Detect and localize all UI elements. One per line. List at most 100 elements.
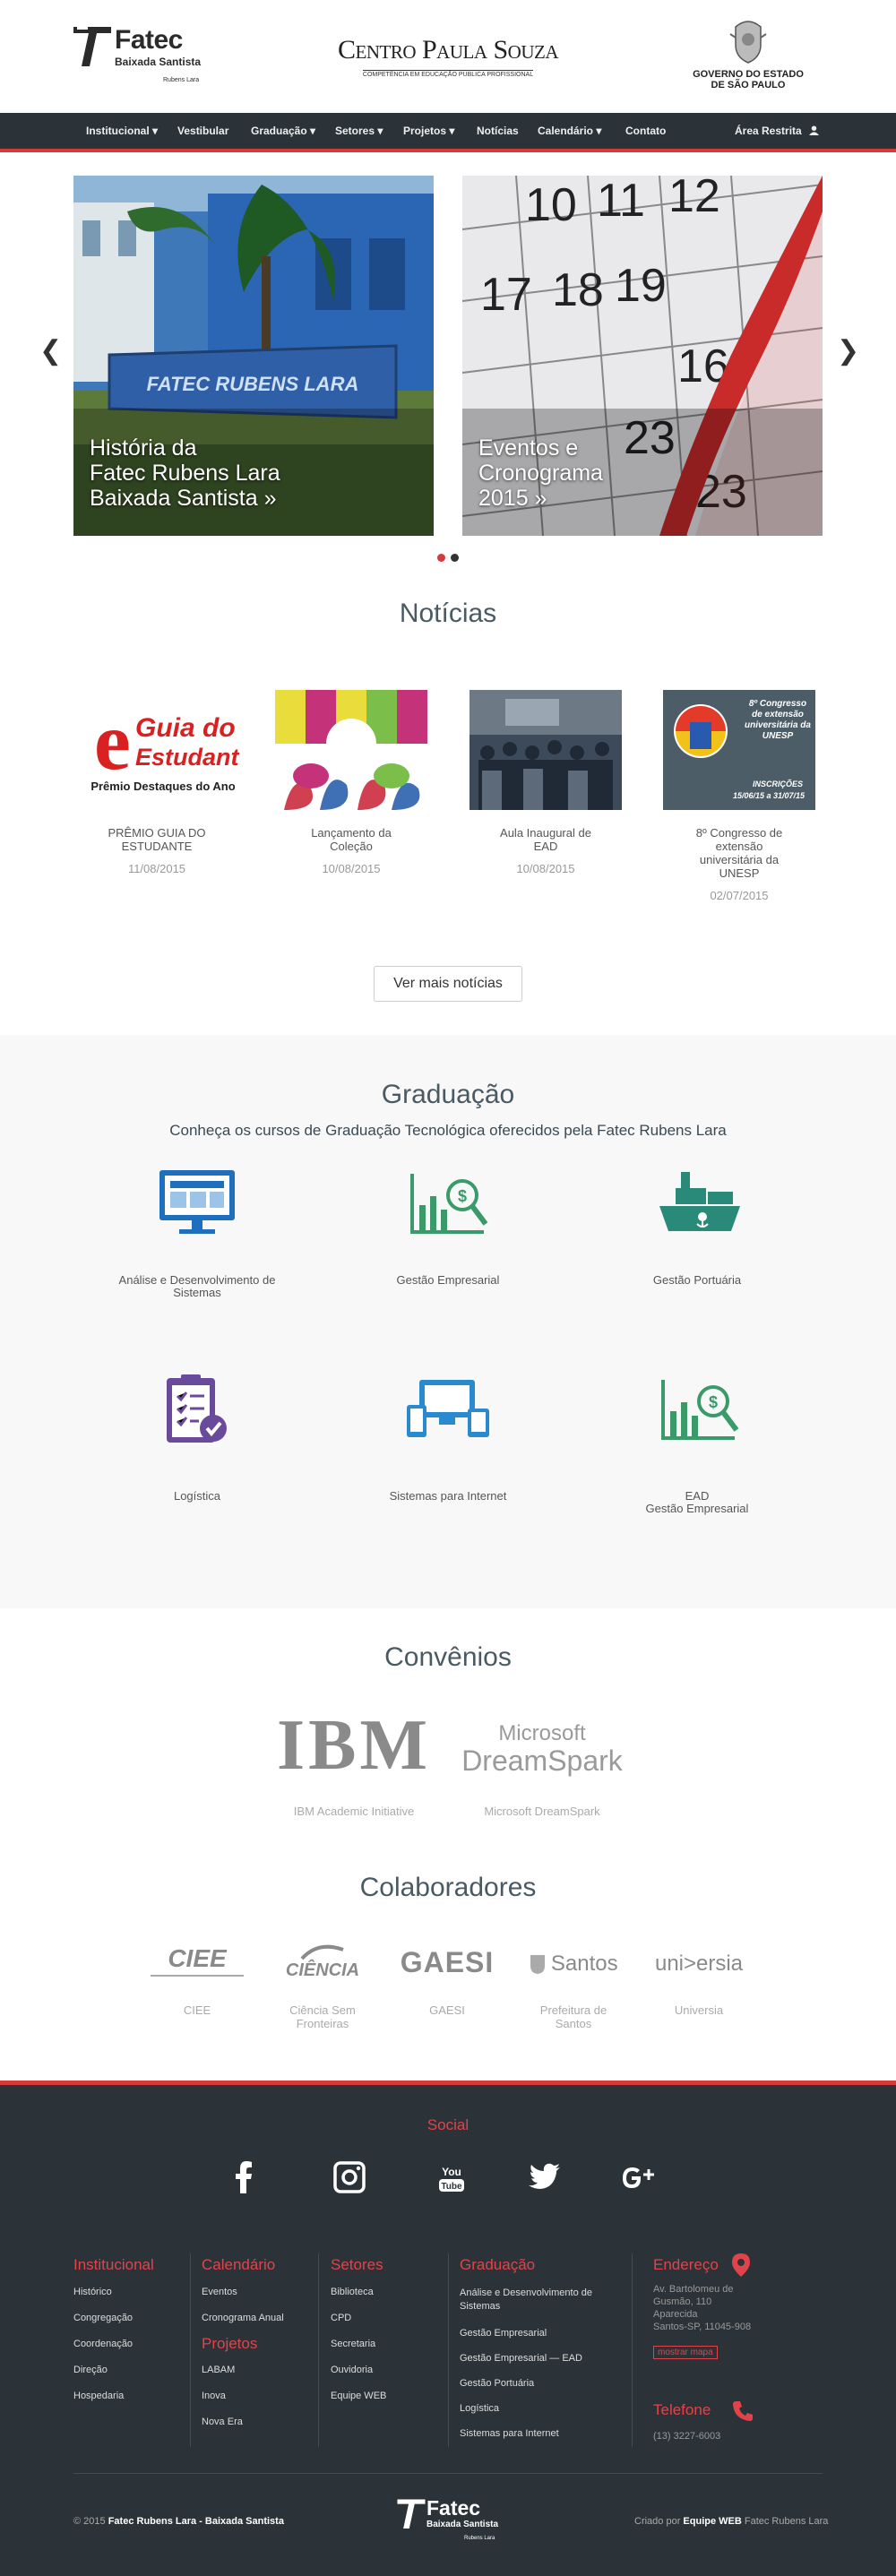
course-sistemas-internet[interactable]: Sistemas para Internet [349, 1490, 547, 1503]
address-line: Santos-SP, 11045-908 [653, 2322, 752, 2332]
footer-link-eventos[interactable]: Eventos [202, 2287, 237, 2297]
carousel-indicator-2[interactable] [451, 554, 459, 562]
footer-link-equipe-web[interactable]: Equipe WEB [331, 2391, 386, 2401]
footer-divider [448, 2253, 449, 2447]
footer-link-ads[interactable]: Análise e Desenvolvimento de Sistemas [460, 2287, 592, 2313]
news-title-colecao[interactable]: Lançamento da Coleção [275, 826, 427, 853]
nav-item-graduacao[interactable]: Graduação ▾ [251, 113, 315, 149]
footer-phone-number[interactable]: (13) 3227-6003 [653, 2431, 720, 2442]
footer-graduacao-title: Graduação [460, 2256, 536, 2273]
nav-item-calendario[interactable]: Calendário ▾ [538, 113, 601, 149]
graduacao-subtitle: Conheça os cursos de Graduação Tecnológi… [169, 1122, 727, 1139]
footer-link-hospedaria[interactable]: Hospedaria [73, 2391, 124, 2401]
clipboard-check-icon[interactable] [152, 1371, 242, 1447]
footer-link-nova-era[interactable]: Nova Era [202, 2417, 243, 2427]
footer-link-cronograma[interactable]: Cronograma Anual [202, 2313, 284, 2323]
graduacao-section [0, 1035, 896, 1608]
gov-sp-logo[interactable]: GOVERNO DO ESTADO DE SÃO PAULO [690, 18, 806, 90]
instagram-icon[interactable] [332, 2159, 367, 2195]
footer-divider [190, 2253, 191, 2447]
santos-logo[interactable]: Santos [513, 1951, 634, 1977]
news-title-aula-ead[interactable]: Aula Inaugural de EAD [470, 826, 622, 853]
footer-link-coordenacao[interactable]: Coordenação [73, 2339, 133, 2349]
footer-link-gestao-empresarial[interactable]: Gestão Empresarial [460, 2328, 547, 2339]
course-gestao-portuaria[interactable]: Gestão Portuária [599, 1274, 796, 1287]
collab-label-ciee: CIEE [183, 2003, 211, 2017]
more-news-button[interactable]: Ver mais notícias [374, 966, 522, 1002]
nav-item-noticias[interactable]: Notícias [477, 113, 519, 149]
footer-link-ouvidoria[interactable]: Ouvidoria [331, 2365, 373, 2375]
ciee-logo[interactable]: CIEE [143, 1944, 251, 1978]
footer-link-inova[interactable]: Inova [202, 2391, 226, 2401]
nav-item-vestibular[interactable]: Vestibular [177, 113, 228, 149]
footer-link-direcao[interactable]: Direção [73, 2365, 108, 2375]
address-line: Aparecida [653, 2309, 698, 2320]
poster-line: 15/06/15 a 31/07/15 [733, 791, 806, 800]
news-date-colecao: 10/08/2015 [322, 862, 381, 875]
collab-label-line: Ciência Sem [289, 2003, 356, 2017]
svg-text:You: You [442, 2166, 461, 2178]
gaesi-logo[interactable]: GAESI [391, 1946, 504, 1979]
news-title-congresso[interactable]: 8º Congresso de extensão universitária d… [663, 826, 815, 880]
credit-post: Fatec Rubens Lara [741, 2516, 829, 2527]
address-line: Gusmão, 110 [653, 2296, 712, 2307]
fatec-logo[interactable]: Fatec Baixada Santista Rubens Lara [72, 23, 215, 88]
computer-monitor-icon[interactable] [152, 1165, 242, 1241]
ciencia-sem-fronteiras-logo[interactable]: CIÊNCIA [267, 1944, 378, 1981]
news-section-title: Notícias [399, 599, 497, 628]
footer-link-biblioteca[interactable]: Biblioteca [331, 2287, 374, 2297]
footer-fatec-logo[interactable]: Fatec Baixada Santista Rubens Lara [396, 2496, 513, 2546]
credit-team[interactable]: Equipe WEB [683, 2516, 741, 2527]
restricted-area-link[interactable]: Área Restrita [735, 113, 820, 149]
google-plus-icon[interactable] [618, 2159, 654, 2195]
footer-link-historico[interactable]: Histórico [73, 2287, 112, 2297]
nav-item-setores[interactable]: Setores ▾ [335, 113, 383, 149]
facebook-icon[interactable] [226, 2159, 262, 2195]
news-title-line: ESTUDANTE [121, 840, 193, 853]
carousel-slide-historia[interactable]: FATEC RUBENS LARA História da Fatec Rube… [73, 176, 434, 536]
cargo-ship-icon[interactable] [654, 1165, 744, 1241]
course-gestao-empresarial[interactable]: Gestão Empresarial [349, 1274, 547, 1287]
footer-link-logistica[interactable]: Logística [460, 2403, 499, 2414]
carousel-prev-button[interactable]: ❮ [39, 335, 62, 366]
news-image-guia[interactable]: e Guia do Estudante Prêmio Destaques do … [87, 690, 239, 810]
nav-item-contato[interactable]: Contato [625, 113, 666, 149]
site-header: Fatec Baixada Santista Rubens Lara Centr… [0, 0, 896, 113]
devices-icon[interactable] [403, 1371, 493, 1447]
universia-logo[interactable]: uni>ersia [636, 1951, 762, 1977]
twitter-icon[interactable] [527, 2159, 563, 2195]
caption-line: História da [90, 435, 197, 461]
course-logistica[interactable]: Logística [99, 1490, 296, 1503]
carousel-next-button[interactable]: ❯ [837, 335, 859, 366]
footer-link-gestao-portuaria[interactable]: Gestão Portuária [460, 2378, 534, 2389]
carousel-caption-eventos[interactable]: Eventos e Cronograma 2015 » [478, 435, 603, 511]
show-map-button[interactable]: mostrar mapa [653, 2346, 718, 2359]
carousel-slide-eventos[interactable]: 101112 171819 162323 Eventos e Cronogram… [462, 176, 823, 536]
business-chart-ead-icon[interactable]: $ [654, 1371, 744, 1447]
ibm-logo[interactable]: IBM [269, 1710, 439, 1781]
news-date-guia: 11/08/2015 [127, 862, 186, 875]
footer-link-line: Sistemas [460, 2301, 501, 2312]
footer-link-congregacao[interactable]: Congregação [73, 2313, 133, 2323]
carousel-caption-historia[interactable]: História da Fatec Rubens Lara Baixada Sa… [90, 435, 280, 511]
footer-link-labam[interactable]: LABAM [202, 2365, 235, 2375]
news-title-line: Aula Inaugural de [500, 826, 591, 840]
news-image-colecao[interactable] [275, 690, 427, 810]
copyright-name[interactable]: Fatec Rubens Lara - Baixada Santista [108, 2516, 284, 2527]
news-title-guia[interactable]: PRÊMIO GUIA DO ESTUDANTE [81, 826, 233, 853]
dreamspark-logo[interactable]: Microsoft DreamSpark [452, 1722, 632, 1777]
nav-item-projetos[interactable]: Projetos ▾ [403, 113, 454, 149]
business-chart-icon[interactable]: $ [403, 1165, 493, 1241]
footer-link-gestao-ead[interactable]: Gestão Empresarial — EAD [460, 2353, 582, 2364]
news-image-congresso[interactable]: 8º Congresso de extensão universitária d… [663, 690, 815, 810]
footer-link-secretaria[interactable]: Secretaria [331, 2339, 375, 2349]
cps-logo[interactable]: Centro Paula Souza COMPETÊNCIA EM EDUCAÇ… [332, 36, 564, 81]
course-ead-gestao[interactable]: EAD Gestão Empresarial [599, 1490, 796, 1515]
course-ads[interactable]: Análise e Desenvolvimento de Sistemas [99, 1274, 296, 1299]
youtube-icon[interactable]: You Tube [434, 2159, 470, 2195]
footer-link-sistemas-internet[interactable]: Sistemas para Internet [460, 2428, 559, 2439]
news-image-aula-ead[interactable] [470, 690, 622, 810]
nav-item-institucional[interactable]: Institucional ▾ [86, 113, 158, 149]
footer-link-cpd[interactable]: CPD [331, 2313, 351, 2323]
carousel-indicator-1[interactable] [437, 554, 445, 562]
